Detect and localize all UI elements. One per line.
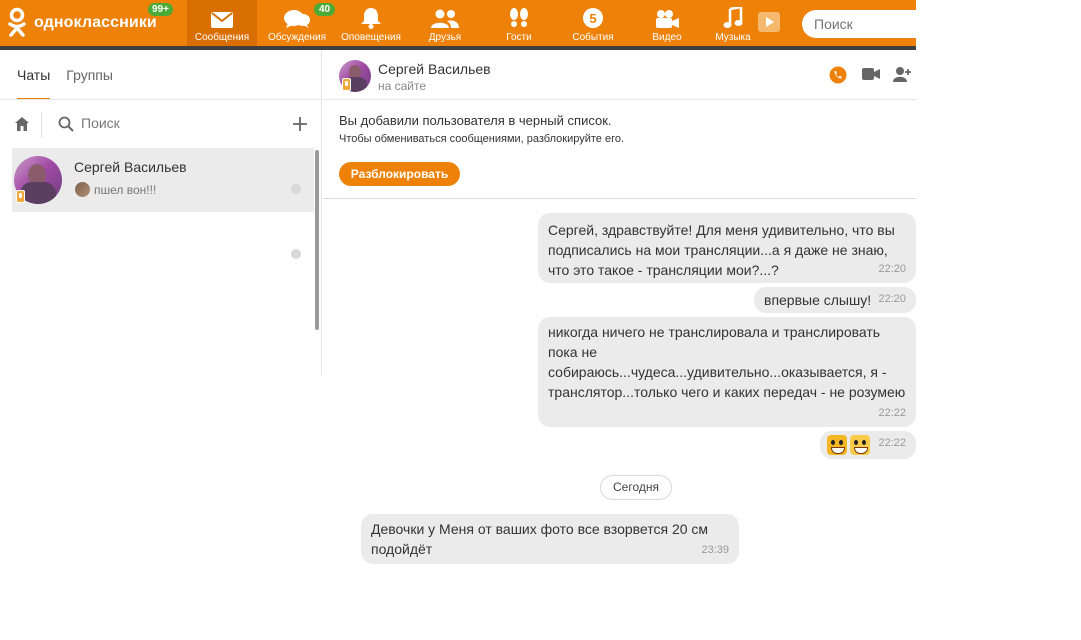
chat-list-item[interactable]: Сергей Васильев пшел вон!!! [12,148,314,212]
message-bubble[interactable]: никогда ничего не транслировала и трансл… [538,317,916,427]
play-button[interactable] [758,12,780,32]
chat-search-input[interactable]: Поиск [81,115,120,131]
footprints-icon [510,8,528,27]
chat-header: Сергей Васильев на сайте [323,50,916,100]
contact-status: на сайте [378,79,427,93]
contact-name[interactable]: Сергей Васильев [378,61,491,77]
chat-preview: пшел вон!!! [94,183,157,197]
blacklist-notice: Вы добавили пользователя в черный список… [323,101,916,199]
grinning-smiley-icon [850,435,870,455]
top-navigation-bar: одноклассники 99+ Сообщения Обсуждения 4… [0,0,916,46]
phone-icon[interactable] [829,66,847,84]
unblock-button[interactable]: Разблокировать [339,162,460,186]
unread-dot [291,184,301,194]
status-dot [291,249,301,259]
notice-title: Вы добавили пользователя в черный список… [339,113,612,128]
message-bubble[interactable]: Сергей, здравствуйте! Для меня удивитель… [538,213,916,283]
play-icon [766,17,774,27]
day-separator: Сегодня [600,475,672,500]
sender-mini-avatar [75,182,90,197]
mobile-online-icon [342,78,351,91]
logo-notification-badge: 99+ [148,3,173,16]
nav-messages[interactable]: Сообщения [187,0,257,46]
top-search-input[interactable] [802,10,916,38]
chat-tabs: Чаты Группы [17,67,129,100]
tab-groups[interactable]: Группы [66,67,113,100]
discussions-badge: 40 [314,3,336,16]
friends-icon [431,9,459,28]
plus-icon[interactable] [292,116,308,132]
nav-label: Музыка [715,32,751,43]
mobile-online-icon [16,190,25,203]
sticker-message[interactable]: 22:22 [820,431,916,459]
search-icon [58,116,74,132]
nav-label: События [572,32,614,43]
music-note-icon [723,7,743,28]
svg-text:5: 5 [589,11,596,26]
message-bubble[interactable]: Девочки у Меня от ваших фото все взорвет… [361,514,739,564]
message-time: 22:22 [878,407,906,419]
bell-icon [361,8,381,29]
nav-friends[interactable]: Друзья [410,0,480,46]
message-time: 22:22 [878,437,906,449]
video-camera-icon [656,10,679,28]
nav-label: Оповещения [341,32,401,43]
laughing-smiley-icon [827,435,847,455]
speech-bubbles-icon [284,10,310,28]
chat-name: Сергей Васильев [74,159,187,175]
message-time: 23:39 [701,544,729,556]
events-icon: 5 [583,8,603,28]
tab-chats[interactable]: Чаты [17,67,51,100]
message-text: Сергей, здравствуйте! Для меня удивитель… [548,222,895,278]
notice-subtitle: Чтобы обмениваться сообщениями, разблоки… [339,133,625,145]
logo-text: одноклассники [34,14,157,31]
nav-label: Обсуждения [267,32,327,43]
ok-logo-icon [6,7,28,39]
add-user-icon[interactable] [893,66,911,82]
message-text: никогда ничего не транслировала и трансл… [548,324,906,400]
nav-guests[interactable]: Гости [484,0,554,46]
nav-label: Друзья [428,32,462,43]
message-text: Девочки у Меня от ваших фото все взорвет… [371,521,709,557]
message-bubble[interactable]: впервые слышу! 22:20 [754,287,916,313]
nav-label: Видео [652,32,682,43]
message-time: 22:20 [878,293,906,305]
nav-video[interactable]: Видео [632,0,702,46]
nav-notifications[interactable]: Оповещения [336,0,406,46]
chat-list-panel: Чаты Группы Поиск Сергей Васильев пшел в… [0,50,322,375]
video-call-icon[interactable] [862,67,880,81]
vertical-divider [41,112,42,138]
home-icon[interactable] [14,116,30,132]
nav-label: Гости [506,32,532,43]
message-time: 22:20 [878,263,906,275]
tabs-divider [0,99,322,100]
nav-events[interactable]: 5 События [558,0,628,46]
envelope-icon [211,12,233,28]
nav-label: Сообщения [194,32,250,43]
app-window: одноклассники 99+ Сообщения Обсуждения 4… [0,0,1081,640]
chat-list-scrollbar[interactable] [315,150,319,330]
logo[interactable]: одноклассники [6,7,157,39]
